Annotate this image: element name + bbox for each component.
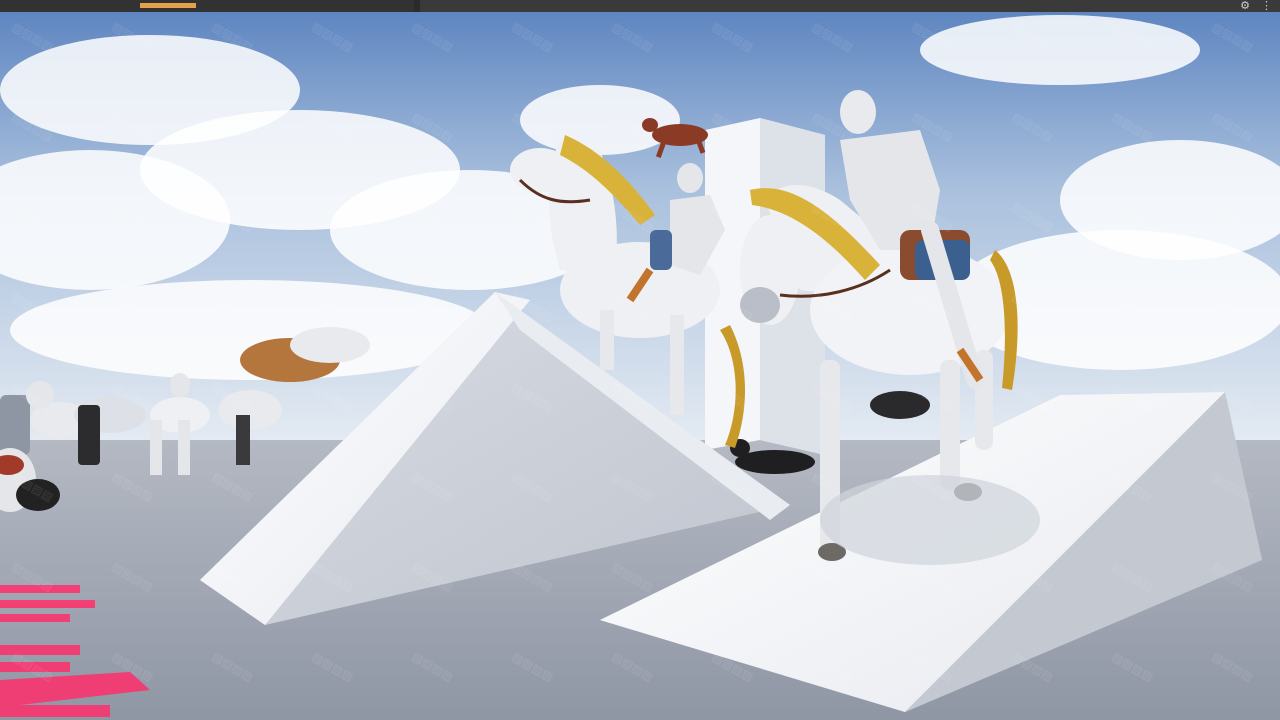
game-viewport[interactable]: ⚙ ⋮ ▨▨▨▨ (0, 0, 1280, 720)
3d-scene[interactable]: ▨▨▨▨ (0, 0, 1280, 720)
watermark-overlay (0, 12, 1280, 720)
